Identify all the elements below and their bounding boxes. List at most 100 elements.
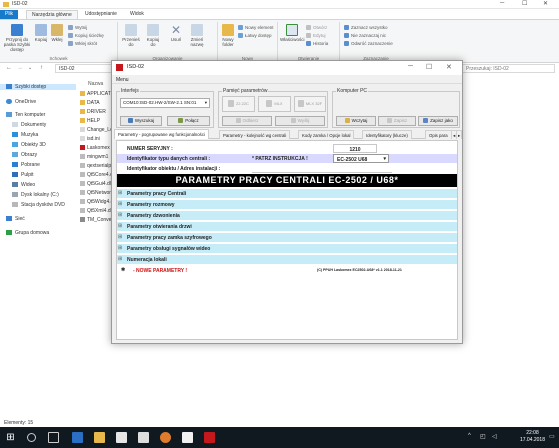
properties-button[interactable]: Właściwości (280, 24, 305, 42)
group-row-numbering[interactable]: ⊞ Numeracja lokali (117, 255, 457, 264)
group-row-conversation[interactable]: ⊞ Parametry rozmowy (117, 200, 457, 209)
store-icon[interactable] (116, 432, 127, 443)
list-item[interactable]: Qt5Gui4.dll (80, 181, 112, 187)
tab-scroll-right-icon[interactable]: ▸ (456, 130, 463, 139)
minimize-icon[interactable]: ─ (500, 0, 504, 6)
list-item[interactable]: mingwm1 (80, 154, 108, 160)
nav-onedrive[interactable]: OneDrive (6, 99, 36, 105)
nav-local-disk[interactable]: Dysk lokalny (C:) (12, 192, 59, 198)
volume-icon[interactable]: ◁ (492, 433, 497, 440)
isd-app-icon[interactable] (204, 432, 215, 443)
recent-icon[interactable]: ⌄ (28, 65, 32, 71)
list-item[interactable]: Qt5Xml4.dll (80, 208, 113, 214)
search-input[interactable]: Przeszukaj: ISD-02 (462, 64, 555, 73)
group-row-door[interactable]: ⊞ Parametry otwierania drzwi (117, 222, 457, 231)
calculator-icon[interactable] (138, 432, 149, 443)
list-item[interactable]: Laskomex (80, 145, 110, 151)
save-as-button[interactable]: Zapisz jako (418, 116, 458, 126)
clock[interactable]: 22:08 17.04.2018 (520, 430, 545, 444)
list-item[interactable]: Qt5Core4.dll (80, 172, 115, 178)
type-select[interactable]: EC-2502 U68 ▾ (333, 154, 389, 163)
nav-pictures[interactable]: Obrazy (12, 152, 37, 158)
send-button[interactable]: Wyślij (275, 116, 325, 126)
memory-slot-1[interactable]: 22.22C (222, 96, 255, 112)
nav-network[interactable]: Sieć (6, 216, 25, 222)
group-row-lock[interactable]: ⊞ Parametry pracy zamka szyfrowego (117, 233, 457, 242)
list-item[interactable]: Qt5Network (80, 190, 113, 196)
object-input[interactable] (252, 164, 392, 173)
pin-quick-access-button[interactable]: Przypnij do paska Szybki dostęp (2, 24, 32, 52)
nav-videos[interactable]: Wideo (12, 182, 35, 188)
tab-plik[interactable]: Plik (0, 10, 19, 19)
nav-dvd[interactable]: Stacja dysków DVD (12, 202, 65, 208)
tab-identifiers[interactable]: Identyfikatory (klucze) (362, 130, 412, 139)
tab-home[interactable]: Narzędzia główne (26, 10, 78, 19)
nav-desktop[interactable]: Pulpit (12, 172, 34, 178)
load-button[interactable]: Wczytaj (336, 116, 376, 126)
invert-selection-button[interactable]: Odwróć zaznaczenie (344, 41, 393, 46)
forward-icon[interactable]: → (17, 65, 23, 71)
select-none-button[interactable]: Nie zaznaczaj nic (344, 33, 386, 38)
app-icon[interactable] (182, 432, 193, 443)
edge-icon[interactable] (72, 432, 83, 443)
history-button[interactable]: Historia (306, 41, 328, 46)
connect-button[interactable]: Połącz (167, 116, 210, 126)
rename-button[interactable]: Zmień nazwę (188, 24, 206, 47)
minimize-icon[interactable]: ─ (408, 63, 413, 70)
edit-button[interactable]: Edytuj (306, 33, 326, 38)
tab-description[interactable]: Opis para (425, 130, 452, 139)
tab-functional[interactable]: Parametry - pogrupowane wg funkcjonalnoś… (114, 129, 209, 139)
group-row-central[interactable]: ⊞ Parametry pracy Centrali (117, 189, 457, 198)
move-to-button[interactable]: Przenieś do (122, 24, 140, 47)
select-all-button[interactable]: Zaznacz wszystko (344, 25, 388, 30)
tab-share[interactable]: Udostępnianie (80, 10, 122, 19)
task-view-icon[interactable] (48, 432, 59, 443)
nav-downloads[interactable]: Pobrane (12, 162, 40, 168)
maximize-icon[interactable]: ☐ (522, 0, 527, 7)
copy-button[interactable]: Kopiuj (34, 24, 48, 42)
file-explorer-icon[interactable] (94, 432, 105, 443)
search-icon[interactable] (27, 433, 36, 442)
paste-button[interactable]: Wklej (50, 24, 64, 42)
firefox-icon[interactable] (160, 432, 171, 443)
nav-this-pc[interactable]: Ten komputer (6, 112, 45, 118)
port-select[interactable]: COM10:ISD-02.HW-2/SW-2.1 SN:01 ▾ (120, 98, 210, 108)
new-item-button[interactable]: Nowy element (238, 25, 274, 30)
group-row-ringing[interactable]: ⊞ Parametry dzwonienia (117, 211, 457, 220)
receive-button[interactable]: Odbierz (222, 116, 272, 126)
list-item[interactable]: TM_Conve (80, 217, 111, 223)
network-tray-icon[interactable]: ◰ (480, 433, 486, 440)
tab-lock-codes[interactable]: Kody zamka / Opcje lokal (298, 130, 355, 139)
menu-item[interactable]: Menu (116, 77, 129, 83)
close-icon[interactable]: ✕ (543, 0, 548, 7)
nav-homegroup[interactable]: Grupa domowa (6, 230, 49, 236)
tab-central-order[interactable]: Parametry - kolejność wg centrali (219, 130, 291, 139)
list-item[interactable]: Change_Lo (80, 127, 113, 133)
up-icon[interactable]: ↑ (40, 65, 43, 71)
list-item[interactable]: isd.ini (80, 136, 100, 142)
nav-documents[interactable]: Dokumenty (12, 122, 46, 128)
list-item[interactable]: qextserialp (80, 163, 111, 169)
save-button[interactable]: Zapisz (378, 116, 416, 126)
maximize-icon[interactable]: ☐ (426, 63, 432, 71)
paste-shortcut-button[interactable]: Wklej skrót (68, 41, 97, 46)
memory-slot-3[interactable]: MLX 32F (294, 96, 326, 112)
group-row-video[interactable]: ⊞ Parametry obsługi sygnałów wideo (117, 244, 457, 253)
notification-icon[interactable]: ▭ (549, 433, 555, 440)
copy-path-button[interactable]: Kopiuj ścieżkę (68, 33, 104, 38)
list-item[interactable]: DATA (80, 100, 100, 106)
search-button[interactable]: Wyszukaj (120, 116, 162, 126)
nav-quick-access[interactable]: Szybki dostęp (0, 84, 76, 90)
nav-3d-objects[interactable]: Obiekty 3D (12, 142, 46, 148)
new-folder-button[interactable]: Nowy folder (220, 24, 236, 47)
delete-button[interactable]: ✕ Usuń (168, 24, 184, 42)
close-icon[interactable]: ✕ (446, 63, 452, 71)
nav-music[interactable]: Muzyka (12, 132, 38, 138)
list-item[interactable]: APPLICATI (80, 91, 112, 97)
memory-slot-2[interactable]: MLX (258, 96, 291, 112)
tab-view[interactable]: Widok (125, 10, 149, 19)
copy-to-button[interactable]: Kopiuj do (144, 24, 162, 47)
open-button[interactable]: Otwórz (306, 25, 327, 30)
tray-chevron-icon[interactable]: ^ (468, 433, 471, 439)
list-item[interactable]: DRIVER (80, 109, 106, 115)
